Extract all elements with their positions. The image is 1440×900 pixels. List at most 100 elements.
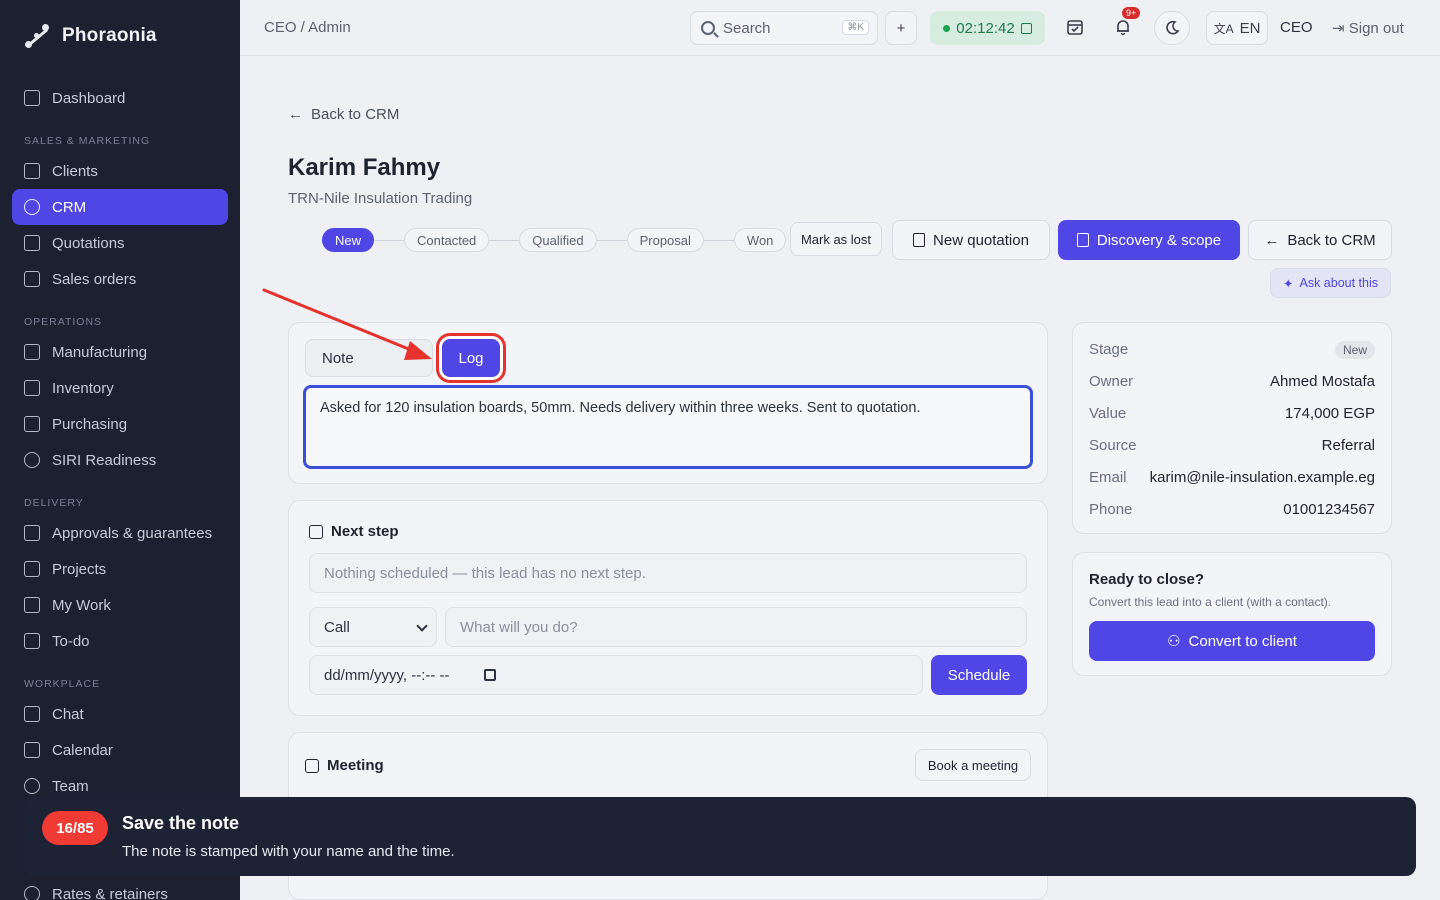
- mark-as-lost-button[interactable]: Mark as lost: [790, 222, 882, 256]
- sidebar-item-todo[interactable]: To-do: [12, 623, 228, 659]
- ask-about-this-button[interactable]: ✦ Ask about this: [1270, 268, 1391, 298]
- brand[interactable]: Phoraonia: [0, 0, 240, 72]
- back-to-crm-link[interactable]: ← Back to CRM: [288, 106, 399, 123]
- sidebar-item-label: CRM: [52, 198, 87, 216]
- stage-new[interactable]: New: [322, 228, 375, 252]
- step-description-input[interactable]: What will you do?: [445, 607, 1027, 647]
- detail-source: Source Referral: [1089, 437, 1375, 454]
- bell-icon[interactable]: [1114, 18, 1132, 41]
- stage-won[interactable]: Won: [733, 228, 787, 252]
- time-tracker[interactable]: 02:12:42: [930, 11, 1045, 45]
- calendar-icon[interactable]: [483, 669, 496, 681]
- toast-body: The note is stamped with your name and t…: [122, 843, 455, 860]
- sidebar-item-calendar[interactable]: Calendar: [12, 732, 228, 768]
- language-label: EN: [1239, 19, 1261, 37]
- new-quotation-button[interactable]: New quotation: [892, 220, 1050, 260]
- sidebar-item-clients[interactable]: Clients: [12, 153, 228, 189]
- next-step-empty: Nothing scheduled — this lead has no nex…: [309, 553, 1027, 593]
- stage-contacted[interactable]: Contacted: [404, 228, 490, 252]
- chat-icon: [24, 706, 40, 722]
- next-step-card: Next step Nothing scheduled — this lead …: [288, 500, 1048, 716]
- detail-label: Phone: [1089, 501, 1133, 518]
- stop-icon[interactable]: [1020, 22, 1032, 34]
- back-to-crm-button[interactable]: ← Back to CRM: [1248, 220, 1392, 260]
- sidebar-item-manufacturing[interactable]: Manufacturing: [12, 334, 228, 370]
- document-icon: [913, 233, 926, 247]
- calendar-icon: [305, 758, 319, 773]
- sidebar-item-label: Manufacturing: [52, 343, 148, 361]
- calendar-check-icon[interactable]: [1066, 18, 1084, 41]
- role-label[interactable]: CEO: [1280, 19, 1313, 36]
- calendar-clock-icon: [309, 524, 323, 539]
- sidebar-item-rates[interactable]: Rates & retainers: [12, 876, 228, 900]
- tab-log[interactable]: Log: [442, 339, 500, 377]
- search-button[interactable]: Search ⌘K: [690, 11, 878, 45]
- chevron-down-icon: [416, 620, 428, 632]
- sidebar-item-approvals[interactable]: Approvals & guarantees: [12, 515, 228, 551]
- schedule-button[interactable]: Schedule: [931, 655, 1027, 695]
- cart-icon: [24, 416, 40, 432]
- gauge-icon: [24, 452, 40, 468]
- detail-label: Email: [1089, 469, 1127, 486]
- main-content: ← Back to CRM Karim Fahmy TRN-Nile Insula…: [240, 56, 1440, 900]
- step-datetime-input[interactable]: dd/mm/yyyy, --:-- --: [309, 655, 923, 695]
- sidebar-item-label: To-do: [52, 632, 90, 650]
- quotations-icon: [24, 235, 40, 251]
- lead-company: TRN-Nile Insulation Trading: [288, 190, 473, 207]
- folder-icon: [24, 561, 40, 577]
- detail-label: Owner: [1089, 373, 1134, 390]
- section-operations: OPERATIONS: [24, 316, 103, 328]
- tab-note[interactable]: Note: [305, 339, 433, 377]
- sidebar-item-purchasing[interactable]: Purchasing: [12, 406, 228, 442]
- sidebar-item-label: Chat: [52, 705, 84, 723]
- detail-owner: Owner Ahmed Mostafa: [1089, 373, 1375, 390]
- sidebar-item-label: Calendar: [52, 741, 113, 759]
- search-icon: [701, 21, 715, 35]
- rates-icon: [24, 886, 40, 900]
- sidebar-item-quotations[interactable]: Quotations: [12, 225, 228, 261]
- new-quotation-label: New quotation: [933, 231, 1029, 249]
- section-delivery: DELIVERY: [24, 497, 84, 509]
- topbar: CEO / Admin Search ⌘K + 02:12:42 9+ 文A E…: [240, 0, 1440, 56]
- detail-value: 174,000 EGP: [1284, 405, 1375, 422]
- datetime-placeholder: dd/mm/yyyy, --:-- --: [324, 666, 450, 684]
- section-workplace: WORKPLACE: [24, 678, 101, 690]
- sidebar-item-inventory[interactable]: Inventory: [12, 370, 228, 406]
- checklist-icon: [24, 633, 40, 649]
- dashboard-icon: [24, 90, 40, 106]
- step-type-select[interactable]: Call: [309, 607, 437, 647]
- sidebar-item-chat[interactable]: Chat: [12, 696, 228, 732]
- quick-add-button[interactable]: +: [885, 11, 917, 45]
- sidebar-item-projects[interactable]: Projects: [12, 551, 228, 587]
- sidebar-item-dashboard[interactable]: Dashboard: [12, 80, 228, 116]
- sidebar-item-crm[interactable]: CRM: [12, 189, 228, 225]
- discovery-scope-button[interactable]: Discovery & scope: [1058, 220, 1240, 260]
- book-meeting-button[interactable]: Book a meeting: [915, 749, 1031, 781]
- sidebar-item-sales-orders[interactable]: Sales orders: [12, 261, 228, 297]
- arrow-left-icon: ←: [1264, 231, 1280, 249]
- stage-pipeline: New Contacted Qualified Proposal Won: [322, 228, 787, 252]
- sidebar-item-siri-readiness[interactable]: SIRI Readiness: [12, 442, 228, 478]
- sidebar-item-my-work[interactable]: My Work: [12, 587, 228, 623]
- sign-out-link[interactable]: ⇥ Sign out: [1332, 19, 1404, 37]
- sidebar-item-label: SIRI Readiness: [52, 451, 157, 469]
- sidebar-item-label: Purchasing: [52, 415, 128, 433]
- sidebar-item-label: My Work: [52, 596, 111, 614]
- logout-icon: ⇥: [1332, 20, 1345, 37]
- approvals-icon: [24, 525, 40, 541]
- detail-value[interactable]: karim@nile-insulation.example.eg: [1150, 469, 1375, 486]
- factory-icon: [24, 344, 40, 360]
- stage-proposal[interactable]: Proposal: [626, 228, 704, 252]
- convert-to-client-button[interactable]: ⚇ Convert to client: [1089, 621, 1375, 661]
- detail-phone: Phone 01001234567: [1089, 501, 1375, 518]
- lead-name: Karim Fahmy: [288, 154, 441, 181]
- theme-toggle[interactable]: [1154, 11, 1190, 45]
- note-textarea[interactable]: Asked for 120 insulation boards, 50mm. N…: [303, 385, 1033, 469]
- detail-value[interactable]: 01001234567: [1283, 501, 1375, 518]
- search-shortcut: ⌘K: [842, 20, 869, 35]
- discovery-label: Discovery & scope: [1096, 231, 1222, 249]
- user-plus-icon: ⚇: [1167, 633, 1181, 650]
- stage-qualified[interactable]: Qualified: [519, 228, 597, 252]
- language-button[interactable]: 文A EN: [1206, 11, 1268, 45]
- next-step-title: Next step: [309, 523, 399, 540]
